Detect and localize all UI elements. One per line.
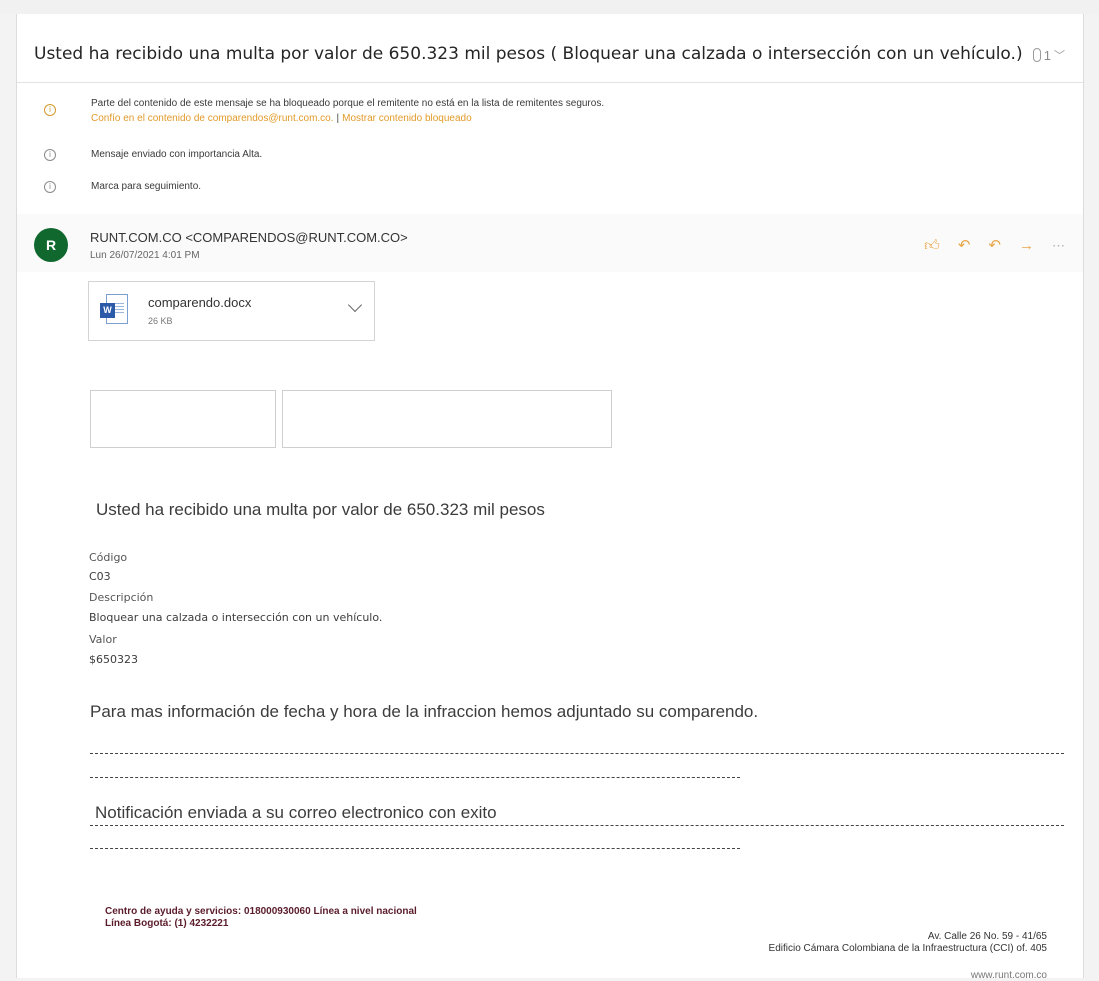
message-actions: 👍︎ ↶ ↶ → ⋯: [924, 238, 1065, 253]
info-icon: i: [44, 181, 56, 193]
attachment-size: 26 KB: [148, 316, 173, 326]
help-center-info: Centro de ayuda y servicios: 01800093006…: [105, 906, 417, 930]
word-file-icon: W: [100, 294, 128, 326]
word-badge: W: [100, 303, 115, 318]
followup-notice: i Marca para seguimiento.: [17, 180, 1083, 196]
value-amount: $650323: [89, 653, 138, 666]
avatar[interactable]: R: [34, 228, 68, 262]
help-line-national: Centro de ayuda y servicios: 01800093006…: [105, 906, 417, 917]
info-icon: i: [44, 149, 56, 161]
attachment-name: comparendo.docx: [148, 295, 252, 310]
trust-sender-link[interactable]: Confío en el contenido de comparendos@ru…: [91, 113, 334, 124]
code-label: Código: [89, 551, 128, 564]
divider: [90, 753, 1064, 754]
info-icon: i: [44, 104, 56, 116]
info-text: Para mas información de fecha y hora de …: [90, 702, 759, 721]
help-line-bogota: Línea Bogotá: (1) 4232221: [105, 918, 229, 929]
chevron-down-icon: ﹀: [1054, 50, 1065, 62]
value-label: Valor: [89, 633, 117, 646]
blocked-content-notice: i Parte del contenido de este mensaje se…: [17, 98, 1083, 128]
forward-icon[interactable]: →: [1019, 238, 1034, 253]
paperclip-icon: [1032, 48, 1041, 62]
blocked-image-placeholder: [282, 390, 612, 448]
reply-icon[interactable]: ↶: [958, 238, 971, 253]
address-line: Av. Calle 26 No. 59 - 41/65: [927, 931, 1047, 942]
attachment-count: 1: [1043, 47, 1051, 63]
importance-text: Mensaje enviado con importancia Alta.: [91, 149, 263, 160]
reply-all-icon[interactable]: ↶: [988, 238, 1001, 253]
attachment-indicator[interactable]: 1 ﹀: [1032, 47, 1065, 63]
reading-pane: Usted ha recibido una multa por valor de…: [16, 14, 1084, 981]
sender-name[interactable]: RUNT.COM.CO <COMPARENDOS@RUNT.COM.CO>: [90, 230, 408, 245]
address-info: Av. Calle 26 No. 59 - 41/65 Edificio Cám…: [769, 931, 1047, 955]
show-blocked-content-link[interactable]: Mostrar contenido bloqueado: [342, 113, 472, 124]
description-value: Bloquear una calzada o intersección con …: [89, 611, 383, 624]
thumbs-up-icon[interactable]: 👍︎: [924, 238, 940, 253]
blocked-content-text: Parte del contenido de este mensaje se h…: [91, 98, 605, 109]
window-top-strip: [0, 0, 1099, 14]
fine-lead-text: Usted ha recibido una multa por valor de…: [96, 500, 545, 519]
email-subject: Usted ha recibido una multa por valor de…: [34, 44, 1023, 64]
building-line: Edificio Cámara Colombiana de la Infraes…: [768, 943, 1047, 954]
divider: [90, 848, 740, 849]
blocked-image-placeholder: [90, 390, 276, 448]
attachment-card[interactable]: W comparendo.docx 26 KB: [88, 281, 375, 341]
link-separator: |: [336, 113, 340, 124]
more-icon[interactable]: ⋯: [1052, 238, 1065, 253]
sent-date: Lun 26/07/2021 4:01 PM: [90, 250, 200, 261]
followup-text: Marca para seguimiento.: [91, 181, 202, 192]
chevron-down-icon[interactable]: [347, 297, 363, 313]
subject-bar: Usted ha recibido una multa por valor de…: [17, 14, 1083, 83]
code-value: C03: [89, 570, 111, 583]
divider: [90, 777, 740, 778]
website-link[interactable]: www.runt.com.co: [971, 970, 1047, 981]
description-label: Descripción: [89, 591, 154, 604]
divider: [90, 825, 1064, 826]
notification-text: Notificación enviada a su correo electro…: [95, 803, 497, 822]
importance-notice: i Mensaje enviado con importancia Alta.: [17, 148, 1083, 164]
